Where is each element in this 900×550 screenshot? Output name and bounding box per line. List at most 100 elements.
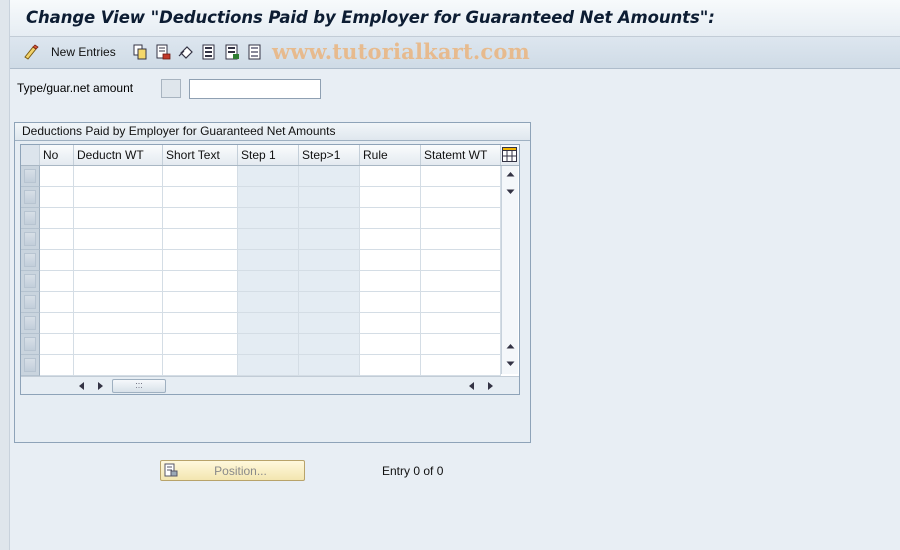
table-cell[interactable]	[299, 166, 360, 187]
table-cell[interactable]	[74, 250, 163, 271]
table-cell[interactable]	[360, 250, 421, 271]
table-cell[interactable]	[163, 187, 238, 208]
row-selector[interactable]	[21, 292, 40, 313]
table-cell[interactable]	[360, 271, 421, 292]
table-cell[interactable]	[74, 334, 163, 355]
column-header-step-1[interactable]: Step 1	[238, 145, 299, 165]
table-cell[interactable]	[40, 208, 74, 229]
table-cell[interactable]	[74, 355, 163, 376]
table-cell[interactable]	[74, 292, 163, 313]
row-selector[interactable]	[21, 208, 40, 229]
row-selector[interactable]	[21, 187, 40, 208]
scroll-up-icon[interactable]	[505, 169, 516, 180]
table-cell[interactable]	[74, 313, 163, 334]
table-cell[interactable]	[299, 355, 360, 376]
table-cell[interactable]	[299, 250, 360, 271]
table-cell[interactable]	[40, 187, 74, 208]
table-cell[interactable]	[299, 271, 360, 292]
scroll-right-end-icon[interactable]	[485, 381, 495, 391]
table-cell[interactable]	[238, 250, 299, 271]
table-cell[interactable]	[360, 187, 421, 208]
row-selector[interactable]	[21, 334, 40, 355]
table-cell[interactable]	[238, 187, 299, 208]
table-cell[interactable]	[163, 355, 238, 376]
table-cell[interactable]	[421, 250, 501, 271]
table-cell[interactable]	[40, 250, 74, 271]
table-cell[interactable]	[238, 334, 299, 355]
table-cell[interactable]	[299, 334, 360, 355]
table-cell[interactable]	[238, 355, 299, 376]
table-cell[interactable]	[163, 166, 238, 187]
table-cell[interactable]	[74, 208, 163, 229]
table-cell[interactable]	[360, 292, 421, 313]
table-cell[interactable]	[74, 271, 163, 292]
table-cell[interactable]	[238, 166, 299, 187]
table-cell[interactable]	[421, 313, 501, 334]
table-cell[interactable]	[421, 355, 501, 376]
table-cell[interactable]	[238, 271, 299, 292]
table-cell[interactable]	[163, 208, 238, 229]
row-selector[interactable]	[21, 250, 40, 271]
table-cell[interactable]	[360, 313, 421, 334]
table-cell[interactable]	[421, 187, 501, 208]
table-cell[interactable]	[360, 334, 421, 355]
table-cell[interactable]	[40, 313, 74, 334]
table-cell[interactable]	[40, 271, 74, 292]
table-cell[interactable]	[163, 271, 238, 292]
table-cell[interactable]	[40, 292, 74, 313]
select-block-icon[interactable]	[224, 44, 240, 60]
table-cell[interactable]	[163, 334, 238, 355]
column-header-deduction-wt[interactable]: Deductn WT	[74, 145, 163, 165]
filter-checkbox[interactable]	[161, 79, 181, 98]
scroll-right-icon[interactable]	[95, 381, 105, 391]
table-cell[interactable]	[360, 208, 421, 229]
table-cell[interactable]	[299, 292, 360, 313]
table-cell[interactable]	[40, 334, 74, 355]
table-cell[interactable]	[299, 313, 360, 334]
table-cell[interactable]	[299, 187, 360, 208]
table-cell[interactable]	[299, 229, 360, 250]
table-cell[interactable]	[163, 313, 238, 334]
delete-icon[interactable]	[155, 44, 171, 60]
display-change-icon[interactable]	[23, 44, 39, 60]
select-all-rows-cell[interactable]	[21, 145, 40, 165]
table-cell[interactable]	[299, 208, 360, 229]
table-cell[interactable]	[238, 229, 299, 250]
row-selector[interactable]	[21, 355, 40, 376]
table-cell[interactable]	[360, 355, 421, 376]
deselect-all-icon[interactable]	[247, 44, 263, 60]
table-cell[interactable]	[421, 208, 501, 229]
row-selector[interactable]	[21, 229, 40, 250]
select-all-icon[interactable]	[201, 44, 217, 60]
table-cell[interactable]	[163, 292, 238, 313]
scroll-left-end-icon[interactable]	[467, 381, 477, 391]
row-selector[interactable]	[21, 166, 40, 187]
scroll-thumb[interactable]: :::	[112, 379, 166, 393]
row-selector[interactable]	[21, 313, 40, 334]
position-button[interactable]: Position...	[160, 460, 305, 481]
table-cell[interactable]	[421, 229, 501, 250]
table-cell[interactable]	[238, 292, 299, 313]
table-cell[interactable]	[238, 313, 299, 334]
scroll-down-icon[interactable]	[505, 358, 516, 369]
filter-input[interactable]	[189, 79, 321, 99]
table-cell[interactable]	[74, 166, 163, 187]
table-cell[interactable]	[421, 271, 501, 292]
scroll-left-icon[interactable]	[77, 381, 87, 391]
table-cell[interactable]	[74, 229, 163, 250]
table-cell[interactable]	[421, 292, 501, 313]
page-up-icon[interactable]	[505, 341, 516, 352]
table-cell[interactable]	[163, 250, 238, 271]
column-header-rule[interactable]: Rule	[360, 145, 421, 165]
table-cell[interactable]	[40, 166, 74, 187]
table-cell[interactable]	[40, 229, 74, 250]
table-cell[interactable]	[40, 355, 74, 376]
table-cell[interactable]	[163, 229, 238, 250]
table-cell[interactable]	[421, 166, 501, 187]
row-selector[interactable]	[21, 271, 40, 292]
column-header-no[interactable]: No	[40, 145, 74, 165]
table-cell[interactable]	[74, 187, 163, 208]
column-header-step-gt-1[interactable]: Step>1	[299, 145, 360, 165]
column-header-short-text[interactable]: Short Text	[163, 145, 238, 165]
new-entries-button[interactable]: New Entries	[51, 45, 116, 59]
